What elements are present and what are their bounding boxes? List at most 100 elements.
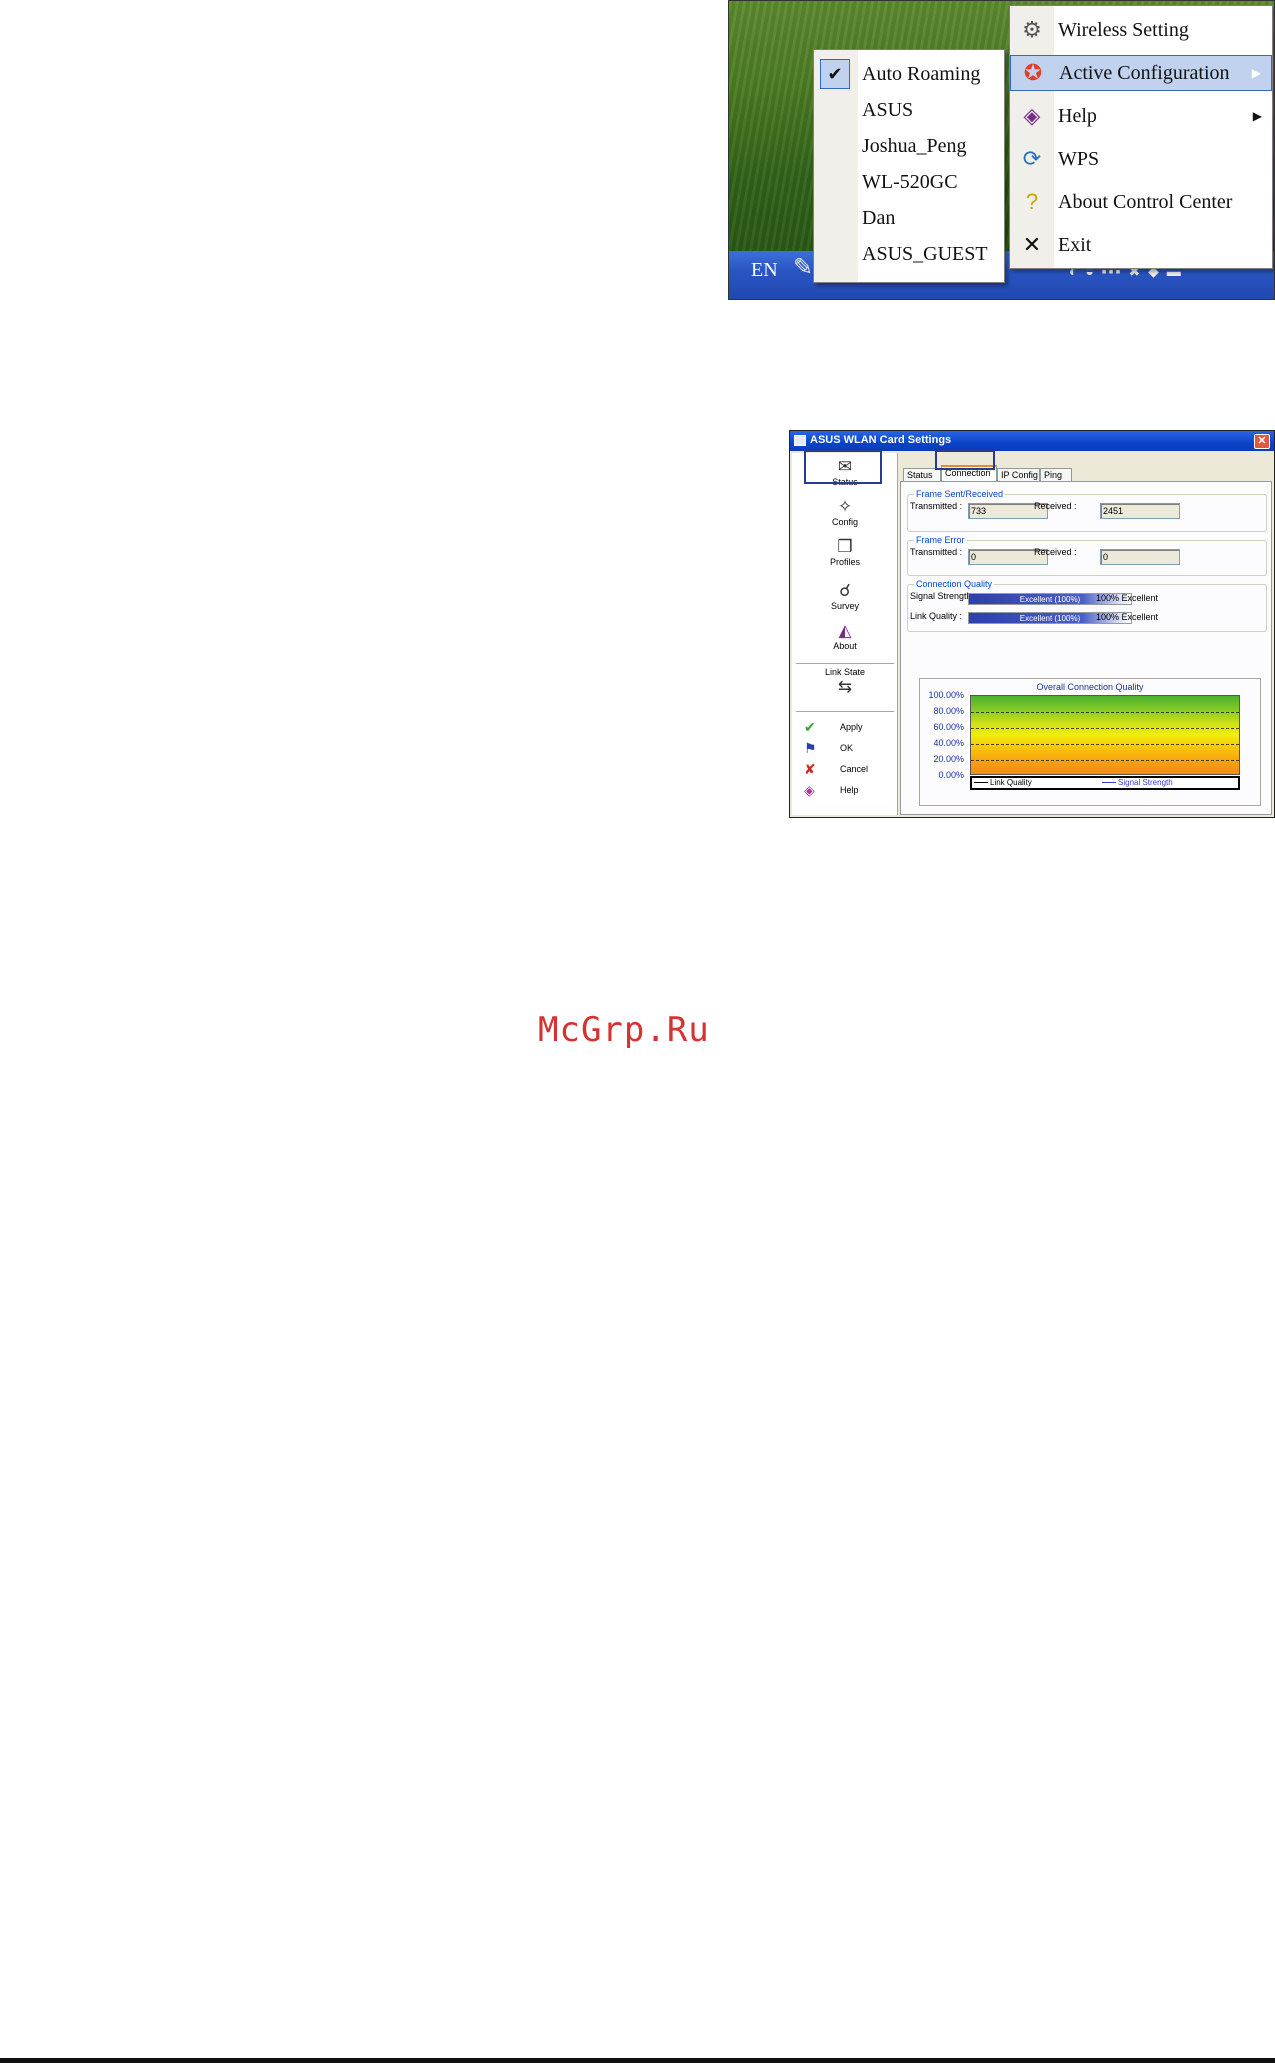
apply-button[interactable]: ✔ Apply (798, 719, 894, 737)
received-label: Received : (1034, 501, 1077, 511)
menu-item-exit[interactable]: ✕ Exit (1010, 227, 1272, 263)
nav-item-survey[interactable]: ☌ Survey (792, 581, 898, 611)
menu-item-label: Wireless Setting (1058, 18, 1189, 41)
menu-item-label: Help (1058, 104, 1097, 127)
group-title: Frame Sent/Received (914, 489, 1006, 499)
cancel-icon: ✘ (804, 761, 816, 777)
y-tick-label: 40.00% (933, 738, 964, 748)
tab-ip-config[interactable]: IP Config (997, 468, 1040, 482)
nav-item-profiles[interactable]: ❒ Profiles (792, 537, 898, 567)
nav-item-about[interactable]: ◭ About (792, 621, 898, 651)
close-button[interactable]: ✕ (1254, 434, 1270, 449)
link-state-icon: ⇆ (837, 677, 853, 696)
submenu-item-asus-guest[interactable]: ASUS_GUEST (814, 236, 1004, 272)
group-title: Frame Error (914, 535, 967, 545)
help-label: Help (840, 785, 859, 795)
cancel-button[interactable]: ✘ Cancel (798, 761, 894, 779)
chart-legend: Link Quality Signal Strength (970, 776, 1240, 790)
gridline (971, 712, 1239, 713)
status-highlight-frame (804, 450, 882, 484)
tray-menu-screenshot: EN ✎ ◐ ◒ ▪▪▪ ✖ ◆ ▬ ✔ Auto Roaming ASUS J… (728, 0, 1275, 300)
submenu-arrow-icon: ▶ (1252, 109, 1262, 123)
submenu-item-joshua-peng[interactable]: Joshua_Peng (814, 128, 1004, 164)
submenu-item-dan[interactable]: Dan (814, 200, 1004, 236)
error-received-label: Received : (1034, 547, 1077, 557)
close-icon: ✕ (1022, 232, 1042, 257)
tab-ping[interactable]: Ping (1040, 468, 1072, 482)
legend-signal-strength: Signal Strength (1102, 778, 1173, 787)
help-button[interactable]: ◈ Help (798, 782, 894, 800)
watermark: McGrp.Ru (538, 1010, 710, 1050)
submenu-item-wl-520gc[interactable]: WL-520GC (814, 164, 1004, 200)
y-tick-label: 80.00% (933, 706, 964, 716)
window-titlebar[interactable]: ASUS WLAN Card Settings ✕ (790, 431, 1274, 451)
connection-quality-group: Connection Quality Signal Strength : Exc… (907, 579, 1267, 632)
menu-item-about-control-center[interactable]: ? About Control Center (1010, 184, 1272, 220)
menu-item-label: Exit (1058, 233, 1092, 256)
help-book-icon: ◈ (1023, 103, 1041, 128)
menu-item-active-configuration[interactable]: ✪ Active Configuration ▶ (1010, 55, 1272, 91)
nav-item-label: Config (831, 517, 858, 527)
overall-quality-chart: Overall Connection Quality 100.00% 80.00… (919, 678, 1261, 806)
profiles-icon: ❒ (837, 537, 853, 556)
link-state-label: Link State (824, 667, 866, 677)
transmitted-label: Transmitted : (910, 501, 963, 511)
sidebar-nav: ✉ Status ✧ Config ❒ Profiles ☌ Survey ◭ … (792, 453, 898, 815)
nav-separator (796, 663, 894, 664)
page-bottom-rule (0, 2058, 1275, 2063)
ok-label: OK (840, 743, 854, 753)
tab-label: Ping (1044, 470, 1063, 480)
about-icon: ◭ (838, 621, 852, 640)
gridline (971, 728, 1239, 729)
y-tick-label: 100.00% (928, 690, 964, 700)
group-title: Connection Quality (914, 579, 995, 589)
submenu-item-asus[interactable]: ASUS (814, 92, 1004, 128)
tray-context-menu: ⚙ Wireless Setting ✪ Active Configuratio… (1009, 5, 1273, 269)
pen-icon[interactable]: ✎ (793, 253, 813, 282)
legend-label: Link Quality (990, 778, 1032, 787)
ok-button[interactable]: ⚑ OK (798, 740, 894, 758)
chart-title: Overall Connection Quality (1036, 682, 1144, 692)
legend-label: Signal Strength (1118, 778, 1173, 787)
language-indicator[interactable]: EN (751, 259, 778, 282)
submenu-item-label: ASUS (862, 98, 914, 121)
menu-item-help[interactable]: ◈ Help ▶ (1010, 98, 1272, 134)
y-tick-label: 20.00% (933, 754, 964, 764)
submenu-arrow-icon: ▶ (1251, 66, 1261, 80)
app-icon (794, 435, 806, 446)
tab-label: IP Config (1001, 470, 1038, 480)
menu-item-wps[interactable]: ⟳ WPS (1010, 141, 1272, 177)
menu-item-label: WPS (1058, 147, 1100, 170)
wps-icon: ⟳ (1022, 146, 1042, 171)
nav-item-label: About (833, 641, 857, 651)
link-quality-label: Link Quality : (910, 611, 963, 621)
error-received-value: 0 (1100, 549, 1180, 565)
menu-item-wireless-setting[interactable]: ⚙ Wireless Setting (1010, 12, 1272, 48)
submenu-item-label: ASUS_GUEST (862, 242, 988, 265)
menu-item-label: About Control Center (1058, 190, 1233, 213)
survey-icon: ☌ (839, 581, 851, 600)
legend-swatch (974, 782, 988, 784)
link-state: Link State ⇆ (792, 667, 898, 697)
submenu-item-label: WL-520GC (862, 170, 958, 193)
ok-icon: ⚑ (804, 740, 817, 756)
question-icon: ? (1025, 189, 1039, 214)
submenu-item-label: Auto Roaming (862, 62, 981, 85)
connection-panel: Frame Sent/Received Transmitted : 733 Re… (900, 481, 1272, 815)
submenu-item-label: Joshua_Peng (862, 134, 967, 157)
apply-label: Apply (840, 722, 863, 732)
frame-sent-received-group: Frame Sent/Received Transmitted : 733 Re… (907, 489, 1267, 532)
tab-status[interactable]: Status (903, 468, 941, 482)
gridline (971, 744, 1239, 745)
received-value: 2451 (1100, 503, 1180, 519)
legend-swatch (1102, 782, 1116, 784)
target-icon: ✪ (1023, 60, 1043, 85)
checkmark-icon: ✔ (804, 719, 816, 735)
check-icon: ✔ (820, 59, 850, 89)
nav-separator (796, 711, 894, 712)
nav-item-label: Survey (830, 601, 859, 611)
signal-strength-value: 100% Excellent (1096, 593, 1159, 603)
nav-item-config[interactable]: ✧ Config (792, 497, 898, 527)
link-quality-value: 100% Excellent (1096, 612, 1159, 622)
submenu-item-auto-roaming[interactable]: ✔ Auto Roaming (814, 56, 1004, 92)
